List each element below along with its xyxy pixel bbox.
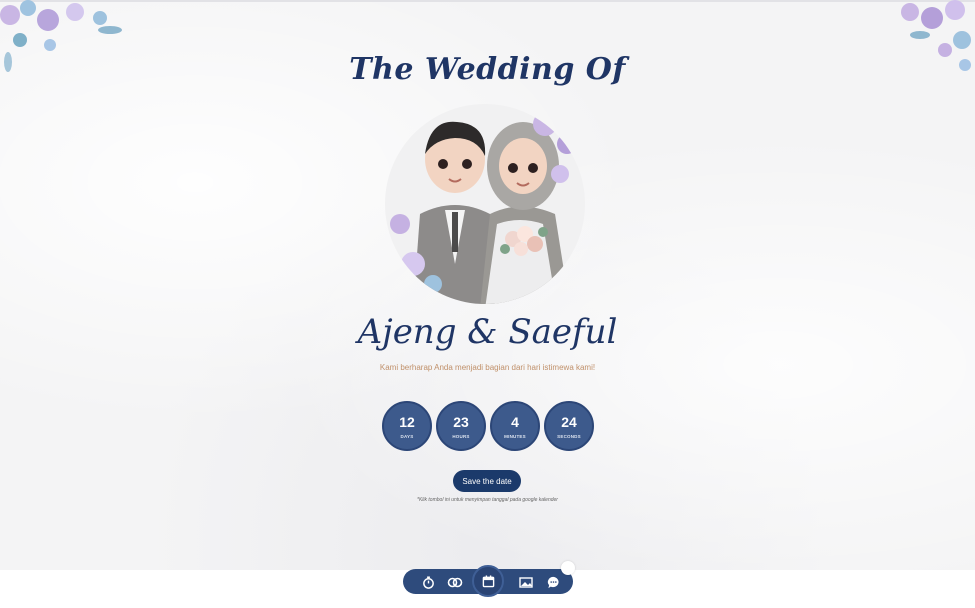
couple-illustration	[385, 104, 585, 304]
stopwatch-icon[interactable]	[418, 572, 438, 592]
music-toggle-button[interactable]	[561, 561, 575, 575]
countdown-hours: 23 HOURS	[436, 401, 486, 451]
countdown-value: 24	[561, 413, 577, 430]
invitation-tagline: Kami berharap Anda menjadi bagian dari h…	[379, 363, 596, 372]
countdown-value: 4	[511, 413, 519, 430]
countdown-label: HOURS	[452, 433, 470, 439]
countdown-label: DAYS	[400, 433, 414, 439]
save-date-note: *Klik tombol ini untuk menyimpan tanggal…	[417, 497, 558, 503]
countdown-label: SECONDS	[557, 433, 581, 439]
countdown-minutes: 4 MINUTES	[490, 401, 540, 451]
top-divider	[0, 0, 975, 2]
save-the-date-button[interactable]: Save the date	[453, 470, 521, 492]
countdown-days: 12 DAYS	[382, 401, 432, 451]
countdown-value: 12	[399, 413, 415, 430]
page-title: The Wedding Of	[349, 52, 626, 87]
countdown-value: 23	[453, 413, 469, 430]
rings-icon[interactable]	[445, 572, 465, 592]
gallery-icon[interactable]	[516, 572, 536, 592]
chat-icon[interactable]	[543, 572, 563, 592]
countdown-seconds: 24 SECONDS	[544, 401, 594, 451]
countdown-timer: 12 DAYS 23 HOURS 4 MINUTES 24 SECONDS	[382, 401, 594, 451]
calendar-icon[interactable]	[472, 565, 504, 597]
couple-names: Ajeng & Saeful	[357, 312, 618, 352]
countdown-label: MINUTES	[504, 433, 526, 439]
